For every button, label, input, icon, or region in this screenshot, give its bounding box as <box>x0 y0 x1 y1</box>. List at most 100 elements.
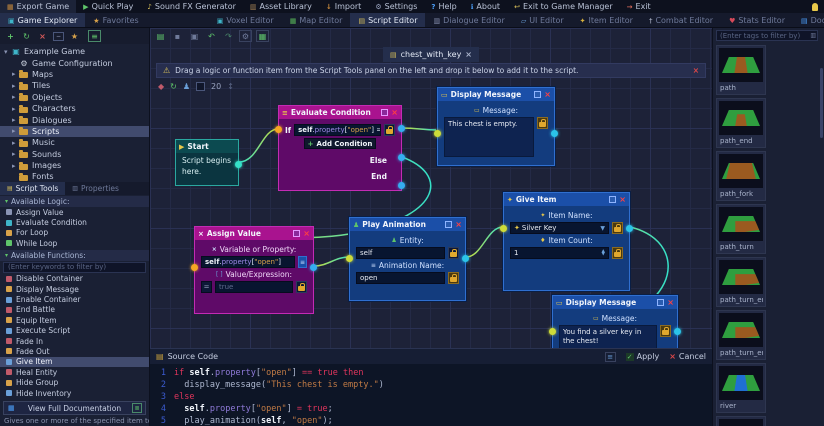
close-icon[interactable]: × <box>619 195 626 204</box>
expand-arrow-icon[interactable]: ▸ <box>12 93 19 101</box>
output-port[interactable] <box>310 264 317 271</box>
function-item[interactable]: Execute Script <box>0 326 149 336</box>
animation-name-input[interactable]: open <box>356 272 445 284</box>
tile-item[interactable]: path_turn_en <box>716 257 766 307</box>
tree-item[interactable]: ▸ Maps <box>0 69 149 80</box>
tree-item[interactable]: ▸ Music <box>0 137 149 148</box>
close-icon[interactable]: × <box>667 298 674 307</box>
functions-filter-input[interactable]: (Enter keywords to filter by) <box>3 262 146 273</box>
canvas-toolbar-button[interactable] <box>256 30 269 42</box>
output-port[interactable] <box>626 225 633 232</box>
window-icon[interactable] <box>293 230 300 237</box>
menu-item[interactable]: Exit <box>620 0 658 13</box>
explorer-toolbar-button[interactable] <box>88 30 101 42</box>
function-item[interactable]: Display Message <box>0 284 149 294</box>
close-tab-icon[interactable]: × <box>465 50 472 59</box>
function-item[interactable]: End Battle <box>0 305 149 315</box>
close-icon[interactable]: × <box>455 220 462 229</box>
menu-item[interactable]: Import <box>319 0 368 13</box>
editor-tab[interactable]: Script Editor <box>350 13 425 27</box>
cancel-button[interactable]: Cancel <box>669 352 706 361</box>
window-icon[interactable] <box>657 299 664 306</box>
node-assign-value[interactable]: ×Assign Value× Variable or Property: sel… <box>194 226 314 314</box>
apply-button[interactable]: Apply <box>626 352 659 361</box>
function-item[interactable]: Give Item <box>0 357 149 367</box>
script-canvas[interactable]: chest_with_key × Drag a logic or functio… <box>150 28 712 348</box>
editor-tab[interactable]: Item Editor <box>572 13 641 27</box>
entity-input[interactable]: self <box>356 247 445 259</box>
function-item[interactable]: Hide Inventory <box>0 388 149 398</box>
condition-input[interactable]: self.property["open"] == <box>294 124 381 136</box>
lightbulb-icon[interactable] <box>812 3 818 11</box>
expand-arrow-icon[interactable]: ▸ <box>12 150 19 158</box>
message-textarea[interactable]: You find a silver key in the chest! <box>559 325 657 348</box>
input-port[interactable] <box>434 130 441 137</box>
window-icon[interactable] <box>381 109 388 116</box>
tree-item[interactable]: ▸ Objects <box>0 92 149 103</box>
output-port[interactable] <box>462 255 469 262</box>
expand-arrow-icon[interactable]: ▸ <box>12 139 19 147</box>
lock-icon[interactable] <box>612 222 623 234</box>
editor-tab[interactable]: Stats Editor <box>721 13 793 27</box>
node-give-item[interactable]: ✦Give Item× Item Name: ✦Silver Key▼ Item… <box>503 192 630 291</box>
close-icon[interactable]: × <box>544 90 551 99</box>
add-condition-button[interactable]: Add Condition <box>304 138 376 149</box>
end-output-port[interactable] <box>398 182 405 189</box>
window-icon[interactable] <box>534 91 541 98</box>
expand-arrow-icon[interactable]: ▸ <box>12 127 19 135</box>
canvas-toolbar-button[interactable] <box>222 30 235 42</box>
lock-icon[interactable] <box>537 117 548 129</box>
lock-icon[interactable] <box>448 247 459 259</box>
tile-item[interactable]: path <box>716 45 766 95</box>
magnet-icon[interactable] <box>158 82 164 91</box>
menu-item[interactable]: Export Game <box>0 0 76 13</box>
open-external-icon[interactable]: ≣ <box>132 403 142 413</box>
function-item[interactable]: Disable Container <box>0 274 149 284</box>
if-output-port[interactable] <box>398 125 405 132</box>
canvas-toolbar-button[interactable] <box>205 30 218 42</box>
menu-item[interactable]: About <box>464 0 507 13</box>
lock-icon[interactable] <box>296 281 307 293</box>
window-icon[interactable] <box>445 221 452 228</box>
tile-item[interactable]: path_turn <box>716 204 766 254</box>
editor-tab[interactable]: UI Editor <box>513 13 572 27</box>
node-display-message-2[interactable]: ▭Display Message× Message: You find a si… <box>552 295 678 348</box>
close-icon[interactable]: × <box>303 229 310 238</box>
expand-arrow-icon[interactable]: ▸ <box>12 70 19 78</box>
script-tab[interactable]: chest_with_key × <box>383 47 479 62</box>
function-item[interactable]: Equip Item <box>0 315 149 325</box>
explorer-toolbar-button[interactable] <box>68 30 81 42</box>
editor-tab[interactable]: Documentation <box>793 13 824 27</box>
tools-tab[interactable]: Script Tools <box>0 182 65 195</box>
logic-item[interactable]: For Loop <box>0 228 149 238</box>
node-evaluate-condition[interactable]: ≡Evaluate Condition× If self.property["o… <box>278 105 402 191</box>
input-port[interactable] <box>549 328 556 335</box>
menu-item[interactable]: Asset Library <box>243 0 319 13</box>
editor-tab[interactable]: Map Editor <box>282 13 351 27</box>
view-full-documentation-button[interactable]: View Full Documentation ≣ <box>3 401 146 415</box>
input-port[interactable] <box>500 225 507 232</box>
canvas-toolbar-button[interactable] <box>171 30 184 42</box>
explorer-toolbar-button[interactable] <box>20 30 33 42</box>
value-input[interactable]: true <box>215 281 293 293</box>
tile-item[interactable]: river_bend <box>716 416 766 426</box>
function-item[interactable]: Fade Out <box>0 346 149 356</box>
filter-options-icon[interactable]: ▥ <box>810 32 816 39</box>
dismiss-banner-icon[interactable]: × <box>693 66 699 75</box>
logic-item[interactable]: Evaluate Condition <box>0 217 149 227</box>
scrollbar[interactable] <box>820 68 823 138</box>
expand-arrow-icon[interactable]: ▸ <box>12 116 19 124</box>
tree-item[interactable]: ▸ Characters <box>0 103 149 114</box>
property-picker-icon[interactable]: ≡ <box>298 256 307 268</box>
explorer-toolbar-button[interactable] <box>52 30 65 42</box>
stepper-icons[interactable]: ▲▼ <box>602 250 605 256</box>
tree-item[interactable]: ▸ Dialogues <box>0 114 149 125</box>
tile-item[interactable]: path_turn_en <box>716 310 766 360</box>
tree-item[interactable]: ▸ Scripts <box>0 126 149 137</box>
node-play-animation[interactable]: ♟Play Animation× Entity: self Animation … <box>349 217 466 301</box>
output-port[interactable] <box>235 161 242 168</box>
explorer-toolbar-button[interactable] <box>4 30 17 42</box>
input-port[interactable] <box>275 126 282 133</box>
tree-item[interactable]: ▸ Tiles <box>0 80 149 91</box>
menu-item[interactable]: Exit to Game Manager <box>507 0 620 13</box>
